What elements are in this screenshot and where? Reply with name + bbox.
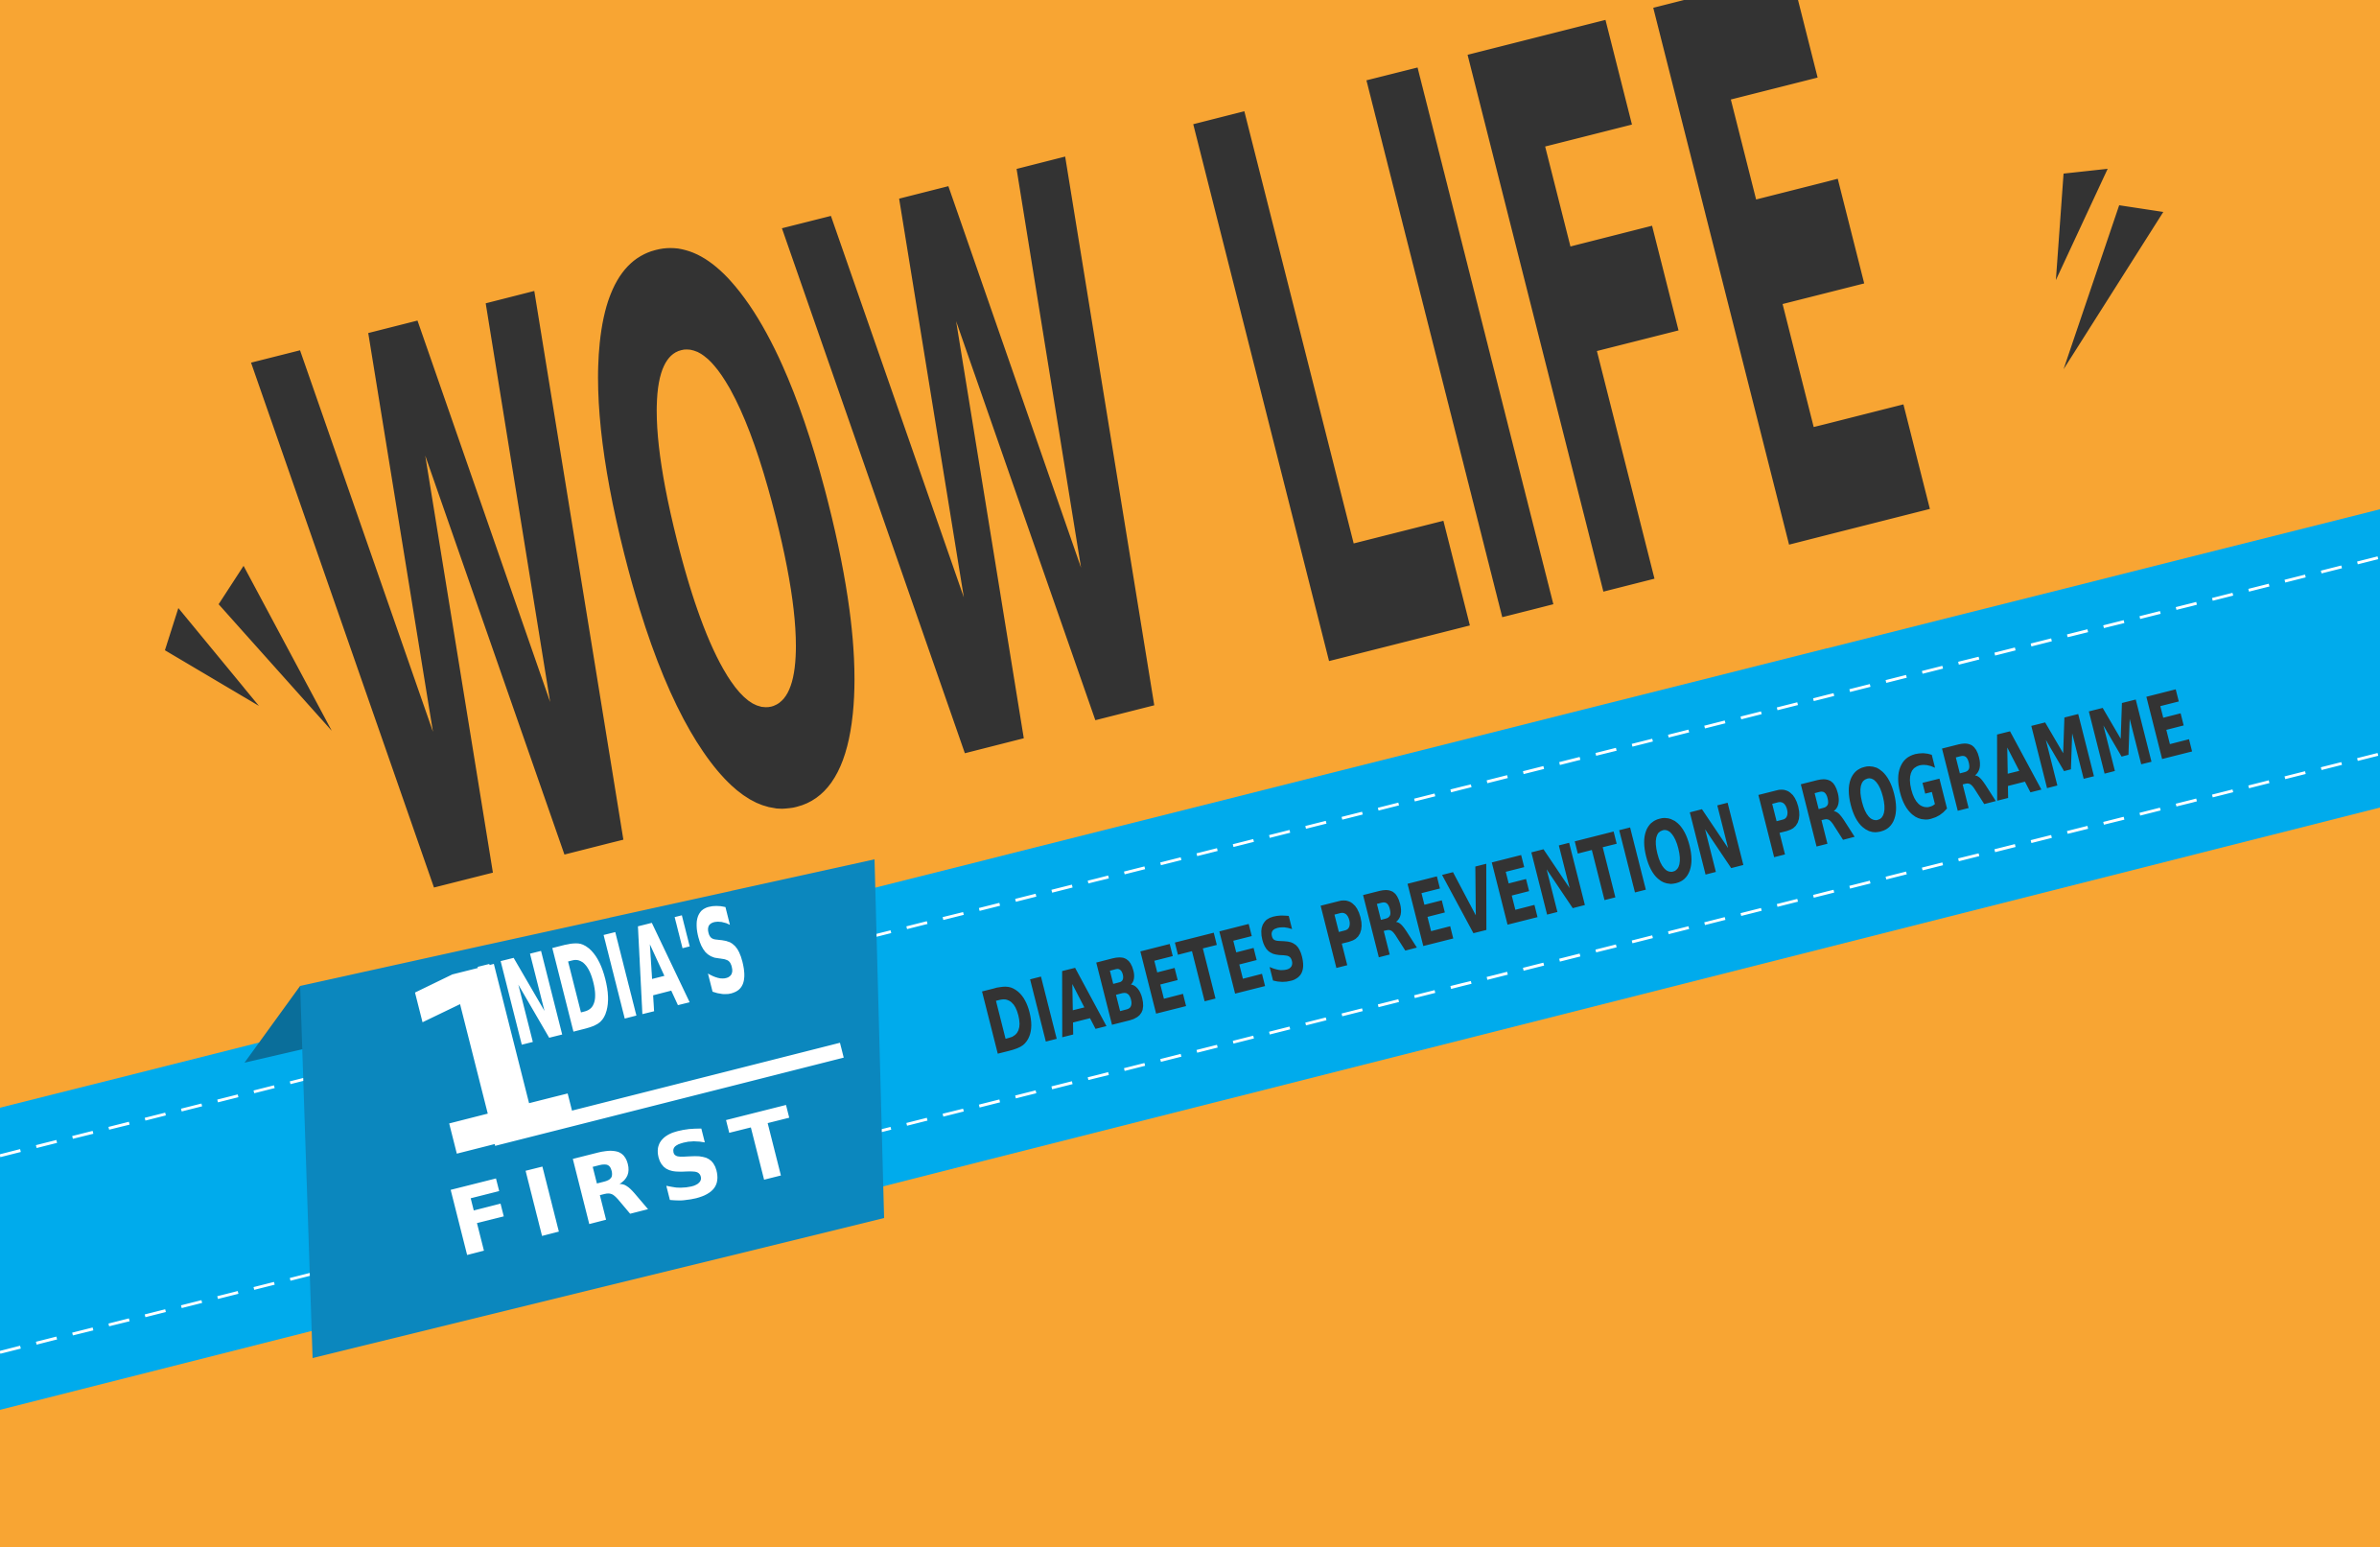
poster-artwork: WOW LIFE DIABETES PREVENTION PROGRAMME 1… (0, 0, 2380, 1410)
poster-canvas: WOW LIFE DIABETES PREVENTION PROGRAMME 1… (0, 0, 2380, 1547)
close-quote-marks-icon (2056, 169, 2163, 369)
